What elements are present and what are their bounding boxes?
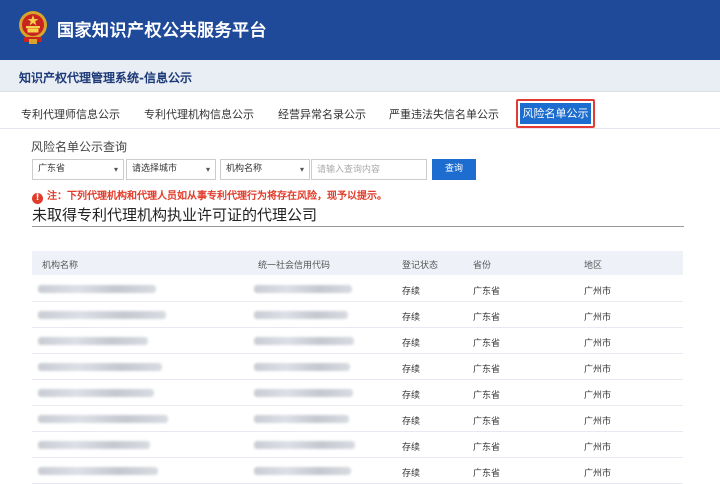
- redacted-credit-code: [254, 337, 354, 345]
- cell-province: 广东省: [473, 313, 501, 323]
- tab-dishonest-list[interactable]: 严重违法失信名单公示: [389, 106, 499, 122]
- cell-status: 存续: [402, 365, 421, 375]
- top-header-bar: 国家知识产权公共服务平台: [0, 0, 720, 60]
- cell-province: 广东省: [473, 417, 501, 427]
- chevron-down-icon: ▾: [113, 165, 118, 174]
- tab-agency-info[interactable]: 专利代理机构信息公示: [144, 106, 254, 122]
- redacted-company-name: [38, 311, 166, 319]
- redacted-credit-code: [254, 441, 355, 449]
- cell-region: 广州市: [584, 365, 612, 375]
- cell-province: 广东省: [473, 391, 501, 401]
- redacted-company-name: [38, 441, 150, 449]
- province-select-value: 广东省: [38, 164, 66, 174]
- section-title: 未取得专利代理机构执业许可证的代理公司: [32, 206, 318, 224]
- chevron-down-icon: ▾: [205, 165, 210, 174]
- redacted-credit-code: [254, 285, 352, 293]
- city-select[interactable]: 请选择城市 ▾: [126, 159, 216, 180]
- cell-status: 存续: [402, 417, 421, 427]
- cell-status: 存续: [402, 469, 421, 479]
- tab-risk-list[interactable]: 风险名单公示: [516, 99, 595, 128]
- cell-region: 广州市: [584, 469, 612, 479]
- tab-risk-list-label: 风险名单公示: [520, 103, 591, 124]
- redacted-company-name: [38, 337, 148, 345]
- table-header: 机构名称 统一社会信用代码 登记状态 省份 地区: [32, 251, 683, 275]
- tab-abnormal-list[interactable]: 经营异常名录公示: [278, 106, 366, 122]
- cell-region: 广州市: [584, 391, 612, 401]
- cell-province: 广东省: [473, 339, 501, 349]
- national-emblem-icon: [19, 11, 47, 44]
- province-select[interactable]: 广东省 ▾: [32, 159, 124, 180]
- redacted-credit-code: [254, 363, 350, 371]
- search-input[interactable]: [311, 159, 427, 180]
- redacted-credit-code: [254, 415, 349, 423]
- redacted-company-name: [38, 415, 168, 423]
- table-row: 存续 广东省 广州市: [32, 328, 683, 354]
- cell-region: 广州市: [584, 443, 612, 453]
- cell-region: 广州市: [584, 417, 612, 427]
- cell-status: 存续: [402, 313, 421, 323]
- exclamation-circle-icon: !: [32, 193, 43, 204]
- column-header-name: 机构名称: [42, 261, 79, 271]
- table-row: 存续 广东省 广州市: [32, 458, 683, 484]
- redacted-credit-code: [254, 389, 353, 397]
- table-row: 存续 广东省 广州市: [32, 354, 683, 380]
- cell-status: 存续: [402, 391, 421, 401]
- column-header-province: 省份: [473, 261, 492, 271]
- tab-agent-info[interactable]: 专利代理师信息公示: [21, 106, 120, 122]
- column-header-status: 登记状态: [402, 261, 439, 271]
- query-title: 风险名单公示查询: [31, 140, 128, 154]
- table-row: 存续 广东省 广州市: [32, 406, 683, 432]
- section-divider: [32, 226, 684, 227]
- cell-province: 广东省: [473, 443, 501, 453]
- redacted-company-name: [38, 467, 158, 475]
- redacted-credit-code: [254, 467, 351, 475]
- cell-province: 广东省: [473, 287, 501, 297]
- risk-notice: ! 注：下列代理机构和代理人员如从事专利代理行为将存在风险，现予以提示。: [32, 187, 387, 204]
- cell-region: 广州市: [584, 313, 612, 323]
- system-subheader: 知识产权代理管理系统-信息公示: [0, 60, 720, 92]
- cell-region: 广州市: [584, 339, 612, 349]
- table-row: 存续 广东省 广州市: [32, 380, 683, 406]
- site-title[interactable]: 国家知识产权公共服务平台: [57, 16, 267, 41]
- chevron-down-icon: ▾: [299, 165, 304, 174]
- redacted-company-name: [38, 389, 154, 397]
- column-header-region: 地区: [584, 261, 603, 271]
- cell-status: 存续: [402, 287, 421, 297]
- cell-status: 存续: [402, 443, 421, 453]
- table-row: 存续 广东省 广州市: [32, 276, 683, 302]
- cell-province: 广东省: [473, 365, 501, 375]
- redacted-company-name: [38, 363, 162, 371]
- redacted-credit-code: [254, 311, 348, 319]
- redacted-company-name: [38, 285, 156, 293]
- cell-status: 存续: [402, 339, 421, 349]
- system-title: 知识产权代理管理系统-信息公示: [19, 71, 192, 85]
- city-select-value: 请选择城市: [132, 164, 178, 174]
- search-button[interactable]: 查询: [432, 159, 476, 180]
- cell-region: 广州市: [584, 287, 612, 297]
- risk-notice-text: 注：下列代理机构和代理人员如从事专利代理行为将存在风险，现予以提示。: [47, 191, 387, 202]
- search-field-select[interactable]: 机构名称 ▾: [220, 159, 310, 180]
- table-row: 存续 广东省 广州市: [32, 432, 683, 458]
- table-row: 存续 广东省 广州市: [32, 302, 683, 328]
- tabs-divider: [0, 128, 720, 129]
- column-header-credit-code: 统一社会信用代码: [258, 261, 331, 271]
- search-field-select-value: 机构名称: [226, 164, 263, 174]
- cell-province: 广东省: [473, 469, 501, 479]
